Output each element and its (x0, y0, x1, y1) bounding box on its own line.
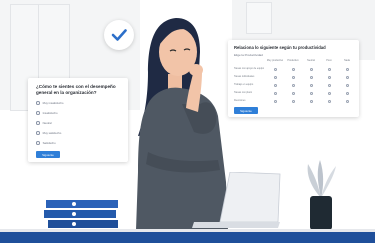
radio-button[interactable] (345, 99, 349, 103)
row-label: Reuniones (234, 99, 246, 102)
radio-button[interactable] (291, 99, 295, 103)
radio-button[interactable] (345, 67, 349, 71)
radio-button[interactable] (36, 111, 40, 115)
survey-subtitle: Elige la Productividad (234, 53, 263, 57)
radio-button[interactable] (345, 91, 349, 95)
next-button[interactable]: Siguiente (234, 107, 258, 114)
radio-button[interactable] (309, 83, 313, 87)
option-label: Neutral (42, 121, 52, 125)
next-button[interactable]: Siguiente (36, 151, 60, 158)
radio-button[interactable] (36, 141, 40, 145)
binders (44, 200, 118, 228)
survey-question: ¿Cómo te sientes con el desempeño genera… (36, 84, 116, 95)
survey-option[interactable]: Neutral (36, 120, 52, 126)
radio-button[interactable] (309, 75, 313, 79)
radio-button[interactable] (309, 91, 313, 95)
radio-button[interactable] (291, 67, 295, 71)
radio-button[interactable] (309, 99, 313, 103)
option-label: Muy insatisfecho (42, 101, 64, 105)
radio-button[interactable] (273, 83, 277, 87)
radio-button[interactable] (291, 91, 295, 95)
radio-button[interactable] (327, 83, 331, 87)
radio-button[interactable] (273, 75, 277, 79)
radio-button[interactable] (273, 67, 277, 71)
plant (307, 160, 336, 230)
radio-button[interactable] (273, 99, 277, 103)
row-label: Tareas con plazo (234, 91, 253, 94)
survey-card-right: Relaciona lo siguiente según tu producti… (228, 40, 359, 117)
column-header: Neutral (307, 59, 315, 62)
radio-button[interactable] (327, 75, 331, 79)
illustration-scene: ¿Cómo te sientes con el desempeño genera… (0, 0, 375, 243)
survey-card-left: ¿Cómo te sientes con el desempeño genera… (28, 78, 128, 162)
survey-option[interactable]: Satisfecho (36, 140, 56, 146)
floor-strip (0, 229, 375, 243)
row-label: Tareas con apoyo de equipo (234, 67, 265, 70)
column-header: Muy productivo (266, 59, 284, 62)
radio-button[interactable] (327, 67, 331, 71)
survey-option[interactable]: Muy insatisfecho (36, 100, 63, 106)
column-header: Poco (326, 59, 332, 62)
radio-button[interactable] (309, 67, 313, 71)
option-label: Satisfecho (42, 141, 56, 145)
column-header: Productivo (287, 59, 299, 62)
radio-button[interactable] (36, 121, 40, 125)
option-label: Muy satisfecho (42, 131, 62, 135)
radio-button[interactable] (327, 99, 331, 103)
column-header: Nada (344, 59, 350, 62)
option-label: Insatisfecho (42, 111, 58, 115)
radio-button[interactable] (345, 75, 349, 79)
radio-button[interactable] (291, 75, 295, 79)
laptop (192, 172, 281, 228)
survey-option[interactable]: Insatisfecho (36, 110, 58, 116)
radio-button[interactable] (36, 101, 40, 105)
survey-heading: Relaciona lo siguiente según tu producti… (234, 45, 326, 50)
survey-option[interactable]: Muy satisfecho (36, 130, 61, 136)
row-label: Tareas individuales (234, 75, 255, 78)
radio-button[interactable] (345, 83, 349, 87)
row-label: Trabajo en equipo (234, 83, 254, 86)
radio-button[interactable] (273, 91, 277, 95)
radio-button[interactable] (36, 131, 40, 135)
radio-button[interactable] (327, 91, 331, 95)
radio-button[interactable] (291, 83, 295, 87)
